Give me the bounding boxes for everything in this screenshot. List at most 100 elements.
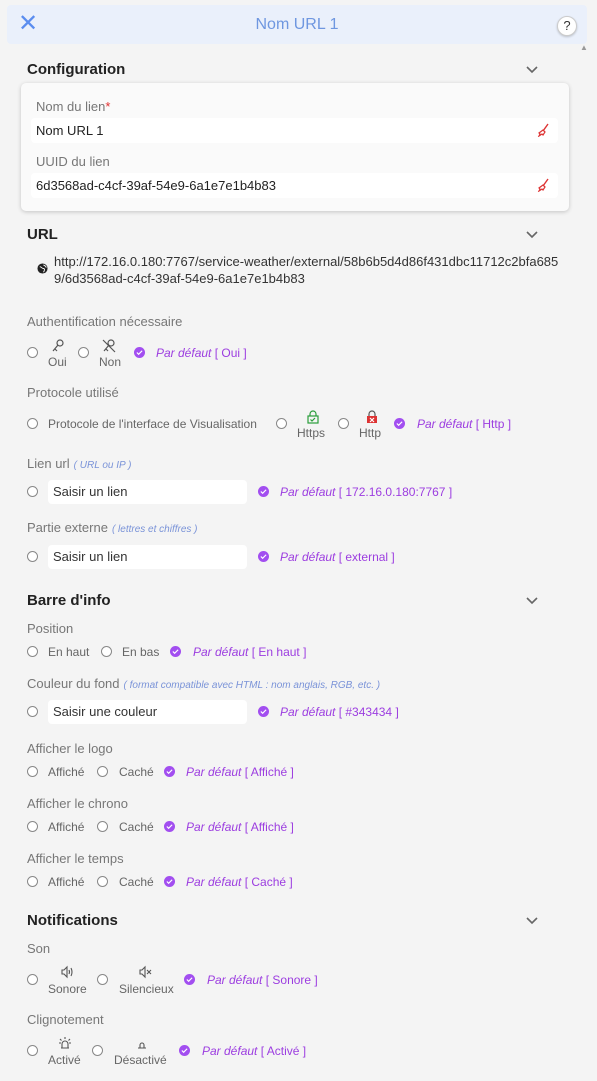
radio-auth-oui[interactable] xyxy=(27,347,38,358)
chevron-down-icon[interactable] xyxy=(524,61,540,77)
son-silencieux-label: Silencieux xyxy=(119,982,174,996)
lock-check-icon xyxy=(307,410,319,424)
broom-clear-icon[interactable] xyxy=(537,123,551,137)
radio-auth-non[interactable] xyxy=(78,347,89,358)
name-field-label: Nom du lien* xyxy=(36,99,111,114)
temps-cache-label: Caché xyxy=(119,875,154,889)
check-icon xyxy=(258,486,269,497)
lien-url-label: Lien url( URL ou IP ) xyxy=(27,456,132,471)
protocol-https-label: Https xyxy=(297,426,326,440)
globe-icon xyxy=(37,263,48,274)
check-icon xyxy=(179,1045,190,1056)
radio-son-silencieux[interactable] xyxy=(97,974,108,985)
radio-clign-active[interactable] xyxy=(27,1045,38,1056)
chrono-label: Afficher le chrono xyxy=(27,796,128,811)
position-default-text: Par défaut [ En haut ] xyxy=(193,645,307,659)
protocol-default-text: Par défaut [ Http ] xyxy=(417,417,512,431)
check-icon xyxy=(164,876,175,887)
son-label: Son xyxy=(27,941,51,956)
dialog-title: Nom URL 1 xyxy=(255,16,339,33)
required-mark: * xyxy=(105,99,111,114)
protocol-interface-label: Protocole de l'interface de Visualisatio… xyxy=(48,417,257,431)
check-icon xyxy=(184,974,195,985)
check-icon xyxy=(258,706,269,717)
chevron-down-icon[interactable] xyxy=(524,226,540,242)
radio-partie-custom[interactable] xyxy=(27,551,38,562)
speaker-on-icon xyxy=(61,965,73,979)
clign-desactive-label: Désactivé xyxy=(114,1053,167,1067)
help-button[interactable]: ? xyxy=(557,16,577,36)
lien-url-hint: ( URL ou IP ) xyxy=(73,460,132,471)
couleur-default-text: Par défaut [ #343434 ] xyxy=(280,705,399,719)
partie-externe-input[interactable]: Saisir un lien xyxy=(48,545,247,569)
radio-chrono-affiche[interactable] xyxy=(27,821,38,832)
check-icon xyxy=(164,821,175,832)
check-icon xyxy=(258,551,269,562)
radio-temps-affiche[interactable] xyxy=(27,876,38,887)
radio-lien-custom[interactable] xyxy=(27,486,38,497)
radio-position-haut[interactable] xyxy=(27,646,38,657)
partie-default-text: Par défaut [ external ] xyxy=(280,550,395,564)
uuid-field[interactable]: 6d3568ad-c4cf-39af-54e9-6a1e7e1b4b83 xyxy=(31,173,558,198)
section-title-barre-info: Barre d'info xyxy=(27,592,111,609)
protocol-label: Protocole utilisé xyxy=(27,385,119,400)
lien-default-text: Par défaut [ 172.16.0.180:7767 ] xyxy=(280,485,453,499)
radio-clign-desactive[interactable] xyxy=(92,1045,103,1056)
radio-logo-affiche[interactable] xyxy=(27,766,38,777)
section-title-notifications: Notifications xyxy=(27,912,118,929)
auth-label: Authentification nécessaire xyxy=(27,314,183,329)
speaker-mute-icon xyxy=(139,965,152,979)
lien-url-input[interactable]: Saisir un lien xyxy=(48,480,247,504)
logo-label: Afficher le logo xyxy=(27,741,113,756)
section-title-url: URL xyxy=(27,226,58,243)
broom-clear-icon[interactable] xyxy=(537,178,551,192)
uuid-field-label: UUID du lien xyxy=(36,154,110,169)
radio-temps-cache[interactable] xyxy=(97,876,108,887)
temps-default-text: Par défaut [ Caché ] xyxy=(186,875,293,889)
check-icon xyxy=(170,646,181,657)
son-sonore-label: Sonore xyxy=(48,982,87,996)
partie-externe-hint: ( lettres et chiffres ) xyxy=(111,524,198,535)
chevron-down-icon[interactable] xyxy=(524,912,540,928)
check-icon xyxy=(164,766,175,777)
auth-oui-label: Oui xyxy=(48,355,67,369)
beacon-on-icon xyxy=(59,1037,71,1049)
couleur-fond-label: Couleur du fond( format compatible avec … xyxy=(27,676,381,691)
radio-logo-cache[interactable] xyxy=(97,766,108,777)
radio-protocol-https[interactable] xyxy=(276,418,287,429)
radio-couleur-custom[interactable] xyxy=(27,706,38,717)
partie-externe-label: Partie externe( lettres et chiffres ) xyxy=(27,520,198,535)
dialog-header: ✕ Nom URL 1 ? xyxy=(7,5,587,44)
chrono-cache-label: Caché xyxy=(119,820,154,834)
radio-chrono-cache[interactable] xyxy=(97,821,108,832)
clign-active-label: Activé xyxy=(48,1053,81,1067)
chrono-affiche-label: Affiché xyxy=(48,820,85,834)
auth-non-label: Non xyxy=(99,355,122,369)
url-link[interactable]: http://172.16.0.180:7767/service-weather… xyxy=(54,253,564,287)
clignotement-label: Clignotement xyxy=(27,1012,104,1027)
scroll-up-arrow-icon[interactable]: ▲ xyxy=(580,43,588,52)
name-field[interactable]: Nom URL 1 xyxy=(31,118,558,143)
position-label: Position xyxy=(27,621,74,636)
logo-cache-label: Caché xyxy=(119,765,154,779)
radio-position-bas[interactable] xyxy=(101,646,112,657)
protocol-http-label: Http xyxy=(359,426,382,440)
logo-default-text: Par défaut [ Affiché ] xyxy=(186,765,294,779)
section-title-configuration: Configuration xyxy=(27,61,126,78)
check-icon xyxy=(134,347,145,358)
lock-cross-icon xyxy=(367,410,377,423)
auth-default-text: Par défaut [ Oui ] xyxy=(156,346,247,360)
key-icon xyxy=(52,339,64,352)
couleur-input[interactable]: Saisir une couleur xyxy=(48,700,247,724)
key-off-icon xyxy=(102,339,116,353)
temps-label: Afficher le temps xyxy=(27,851,124,866)
chevron-down-icon[interactable] xyxy=(524,592,540,608)
radio-protocol-interface[interactable] xyxy=(27,418,38,429)
temps-affiche-label: Affiché xyxy=(48,875,85,889)
beacon-off-icon xyxy=(138,1042,146,1049)
son-default-text: Par défaut [ Sonore ] xyxy=(207,973,318,987)
radio-protocol-http[interactable] xyxy=(338,418,349,429)
position-haut-label: En haut xyxy=(48,645,90,659)
check-icon xyxy=(394,418,405,429)
radio-son-sonore[interactable] xyxy=(27,974,38,985)
